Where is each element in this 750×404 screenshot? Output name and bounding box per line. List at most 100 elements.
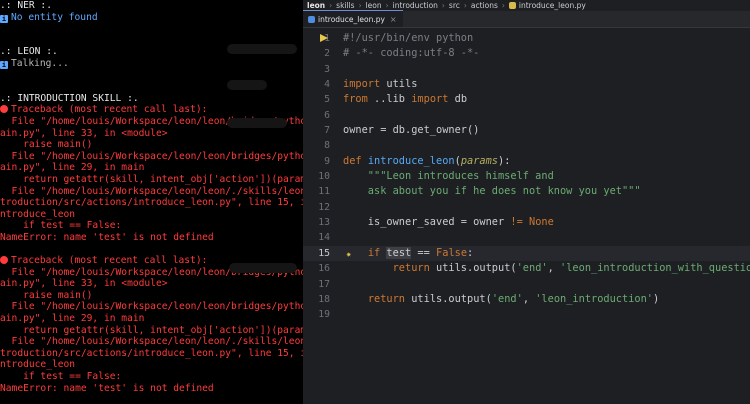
terminal-line: NameError: name 'test' is not defined: [0, 232, 303, 244]
tab-introduce-leon[interactable]: introduce_leon.py ×: [303, 10, 403, 27]
terminal-line: ain.py", line 33, in <module>: [0, 278, 303, 290]
breadcrumb-item[interactable]: skills: [336, 1, 354, 10]
terminal-line-text: ain.py", line 33, in <module>: [0, 127, 168, 139]
code-token: False: [436, 246, 468, 259]
code-line[interactable]: 2 # -*- coding:utf-8 -*-: [303, 46, 750, 61]
code-token: if: [367, 246, 381, 259]
code-token: return: [367, 292, 406, 305]
breadcrumb-item[interactable]: src: [449, 1, 460, 10]
terminal-line-text: Traceback (most recent call last):: [11, 255, 208, 267]
code-text: """Leon introduces himself and: [343, 169, 554, 184]
code-line[interactable]: 9 def introduce_leon(params):: [303, 154, 750, 169]
breadcrumb-item[interactable]: leon: [366, 1, 382, 10]
code-token: 'end': [516, 262, 548, 275]
code-text: from ..lib import db: [343, 92, 467, 107]
terminal-line-text: File "/home/louis/Workspace/leon/leon/./…: [0, 185, 303, 197]
code-text: if test == False:: [343, 246, 473, 261]
code-line[interactable]: 5 from ..lib import db: [303, 92, 750, 107]
code-line[interactable]: 18 return utils.output('end', 'leon_intr…: [303, 292, 750, 307]
terminal-line: raise main(): [0, 290, 303, 302]
terminal-line: NameError: name 'test' is not defined: [0, 383, 303, 395]
code-token: 'end': [491, 292, 523, 305]
line-number: 19: [318, 309, 330, 321]
breadcrumb-item[interactable]: actions: [471, 1, 498, 10]
code-area[interactable]: 1 #!/usr/bin/env python 2 # -*- coding:utf-…: [303, 31, 750, 404]
line-number: 2: [324, 48, 330, 60]
terminal-line: File "/home/louis/Workspace/leon/leon/./…: [0, 186, 303, 198]
terminal-output: .: NER :. i No entity found.: LEON :. i Talk…: [0, 0, 303, 394]
line-number: 14: [318, 232, 330, 244]
code-text: def introduce_leon(params):: [343, 154, 510, 169]
terminal-line-text: ain.py", line 29, in main: [0, 162, 145, 174]
terminal-line: ain.py", line 29, in main: [0, 313, 303, 325]
code-line[interactable]: 11 ask about you if he does not know you…: [303, 184, 750, 199]
line-number: 15: [318, 247, 330, 259]
python-file-icon: [308, 15, 315, 23]
alert-icon: [0, 105, 8, 114]
terminal-line: File "/home/louis/Workspace/leon/leon/br…: [0, 301, 303, 313]
code-token: ,: [522, 292, 536, 305]
code-token: ask about you if he does not know you ye…: [343, 185, 641, 198]
line-number: 13: [318, 217, 330, 229]
terminal-line: File "/home/louis/Workspace/leon/leon/br…: [0, 151, 303, 163]
code-line[interactable]: 13 is_owner_saved = owner != None: [303, 215, 750, 230]
terminal-line-text: .: NER :.: [0, 0, 52, 11]
breadcrumb-item[interactable]: introduction: [393, 1, 438, 10]
code-line[interactable]: 1 #!/usr/bin/env python: [303, 31, 750, 46]
terminal-line: troduction/src/actions/introduce_leon.py…: [0, 348, 303, 360]
run-icon[interactable]: [320, 34, 328, 42]
code-line[interactable]: 19: [303, 307, 750, 322]
line-number: 10: [318, 171, 330, 183]
alert-icon: [0, 256, 8, 265]
code-token: is_owner_saved = owner: [343, 216, 511, 229]
terminal-line: return getattr(skill, intent_obj['action…: [0, 325, 303, 337]
code-line[interactable]: 8: [303, 138, 750, 153]
code-line[interactable]: 6: [303, 108, 750, 123]
line-number: 4: [324, 79, 330, 91]
terminal-line: i No entity found: [0, 12, 303, 24]
code-token: ..lib: [367, 93, 412, 106]
code-token: params: [460, 154, 499, 167]
code-line[interactable]: 16 return utils.output('end', 'leon_intr…: [303, 261, 750, 276]
code-text: owner = db.get_owner(): [343, 123, 479, 138]
terminal-line-text: if test == False:: [0, 220, 122, 232]
close-icon[interactable]: ×: [390, 15, 397, 24]
code-line[interactable]: 7 owner = db.get_owner(): [303, 123, 750, 138]
line-number: 11: [318, 186, 330, 198]
code-token: :: [467, 246, 474, 259]
terminal-line-text: if test == False:: [0, 371, 122, 382]
terminal-line-text: File "/home/louis/Workspace/leon/leon/br…: [0, 150, 303, 162]
code-line[interactable]: 10 """Leon introduces himself and: [303, 169, 750, 184]
code-token: import: [411, 93, 449, 106]
line-number: 6: [324, 109, 330, 121]
terminal-line-text: Traceback (most recent call last):: [11, 104, 208, 116]
python-file-icon: [508, 2, 516, 9]
code-line[interactable]: 4 import utils: [303, 77, 750, 92]
terminal-line-text: File "/home/louis/Workspace/leon/leon/br…: [0, 301, 303, 313]
tab-bar: introduce_leon.py ×: [303, 10, 750, 28]
code-line[interactable]: 17: [303, 277, 750, 292]
line-number: 8: [324, 140, 330, 152]
line-number: 12: [318, 201, 330, 213]
code-editor[interactable]: leon › skills › leon › introduction › src › action…: [303, 0, 750, 404]
terminal-line-text: troduction/src/actions/introduce_leon.py…: [0, 347, 303, 359]
code-line[interactable]: 14: [303, 230, 750, 245]
terminal-line-text: File "/home/louis/Workspace/leon/leon/./…: [0, 336, 303, 348]
code-token: 'leon_introduction_with_question': [560, 262, 750, 275]
code-line[interactable]: 15 ✷ if test == False:: [303, 245, 750, 262]
terminal-line-text: troduction/src/actions/introduce_leon.py…: [0, 197, 303, 209]
code-token: introduce_leon: [367, 154, 455, 167]
terminal-line: .: NER :.: [0, 0, 303, 12]
terminal-line-text: NameError: name 'test' is not defined: [0, 382, 214, 394]
code-line[interactable]: 3: [303, 62, 750, 77]
line-number: 9: [324, 155, 330, 167]
code-line[interactable]: 12: [303, 200, 750, 215]
breadcrumb-item[interactable]: leon: [307, 1, 325, 10]
code-token: ):: [498, 154, 511, 167]
breadcrumb-item[interactable]: introduce_leon.py: [519, 1, 586, 10]
code-token: ==: [411, 246, 437, 259]
code-token: from: [343, 93, 368, 106]
terminal-panel[interactable]: .: NER :. i No entity found.: LEON :. i Talk…: [0, 0, 303, 404]
